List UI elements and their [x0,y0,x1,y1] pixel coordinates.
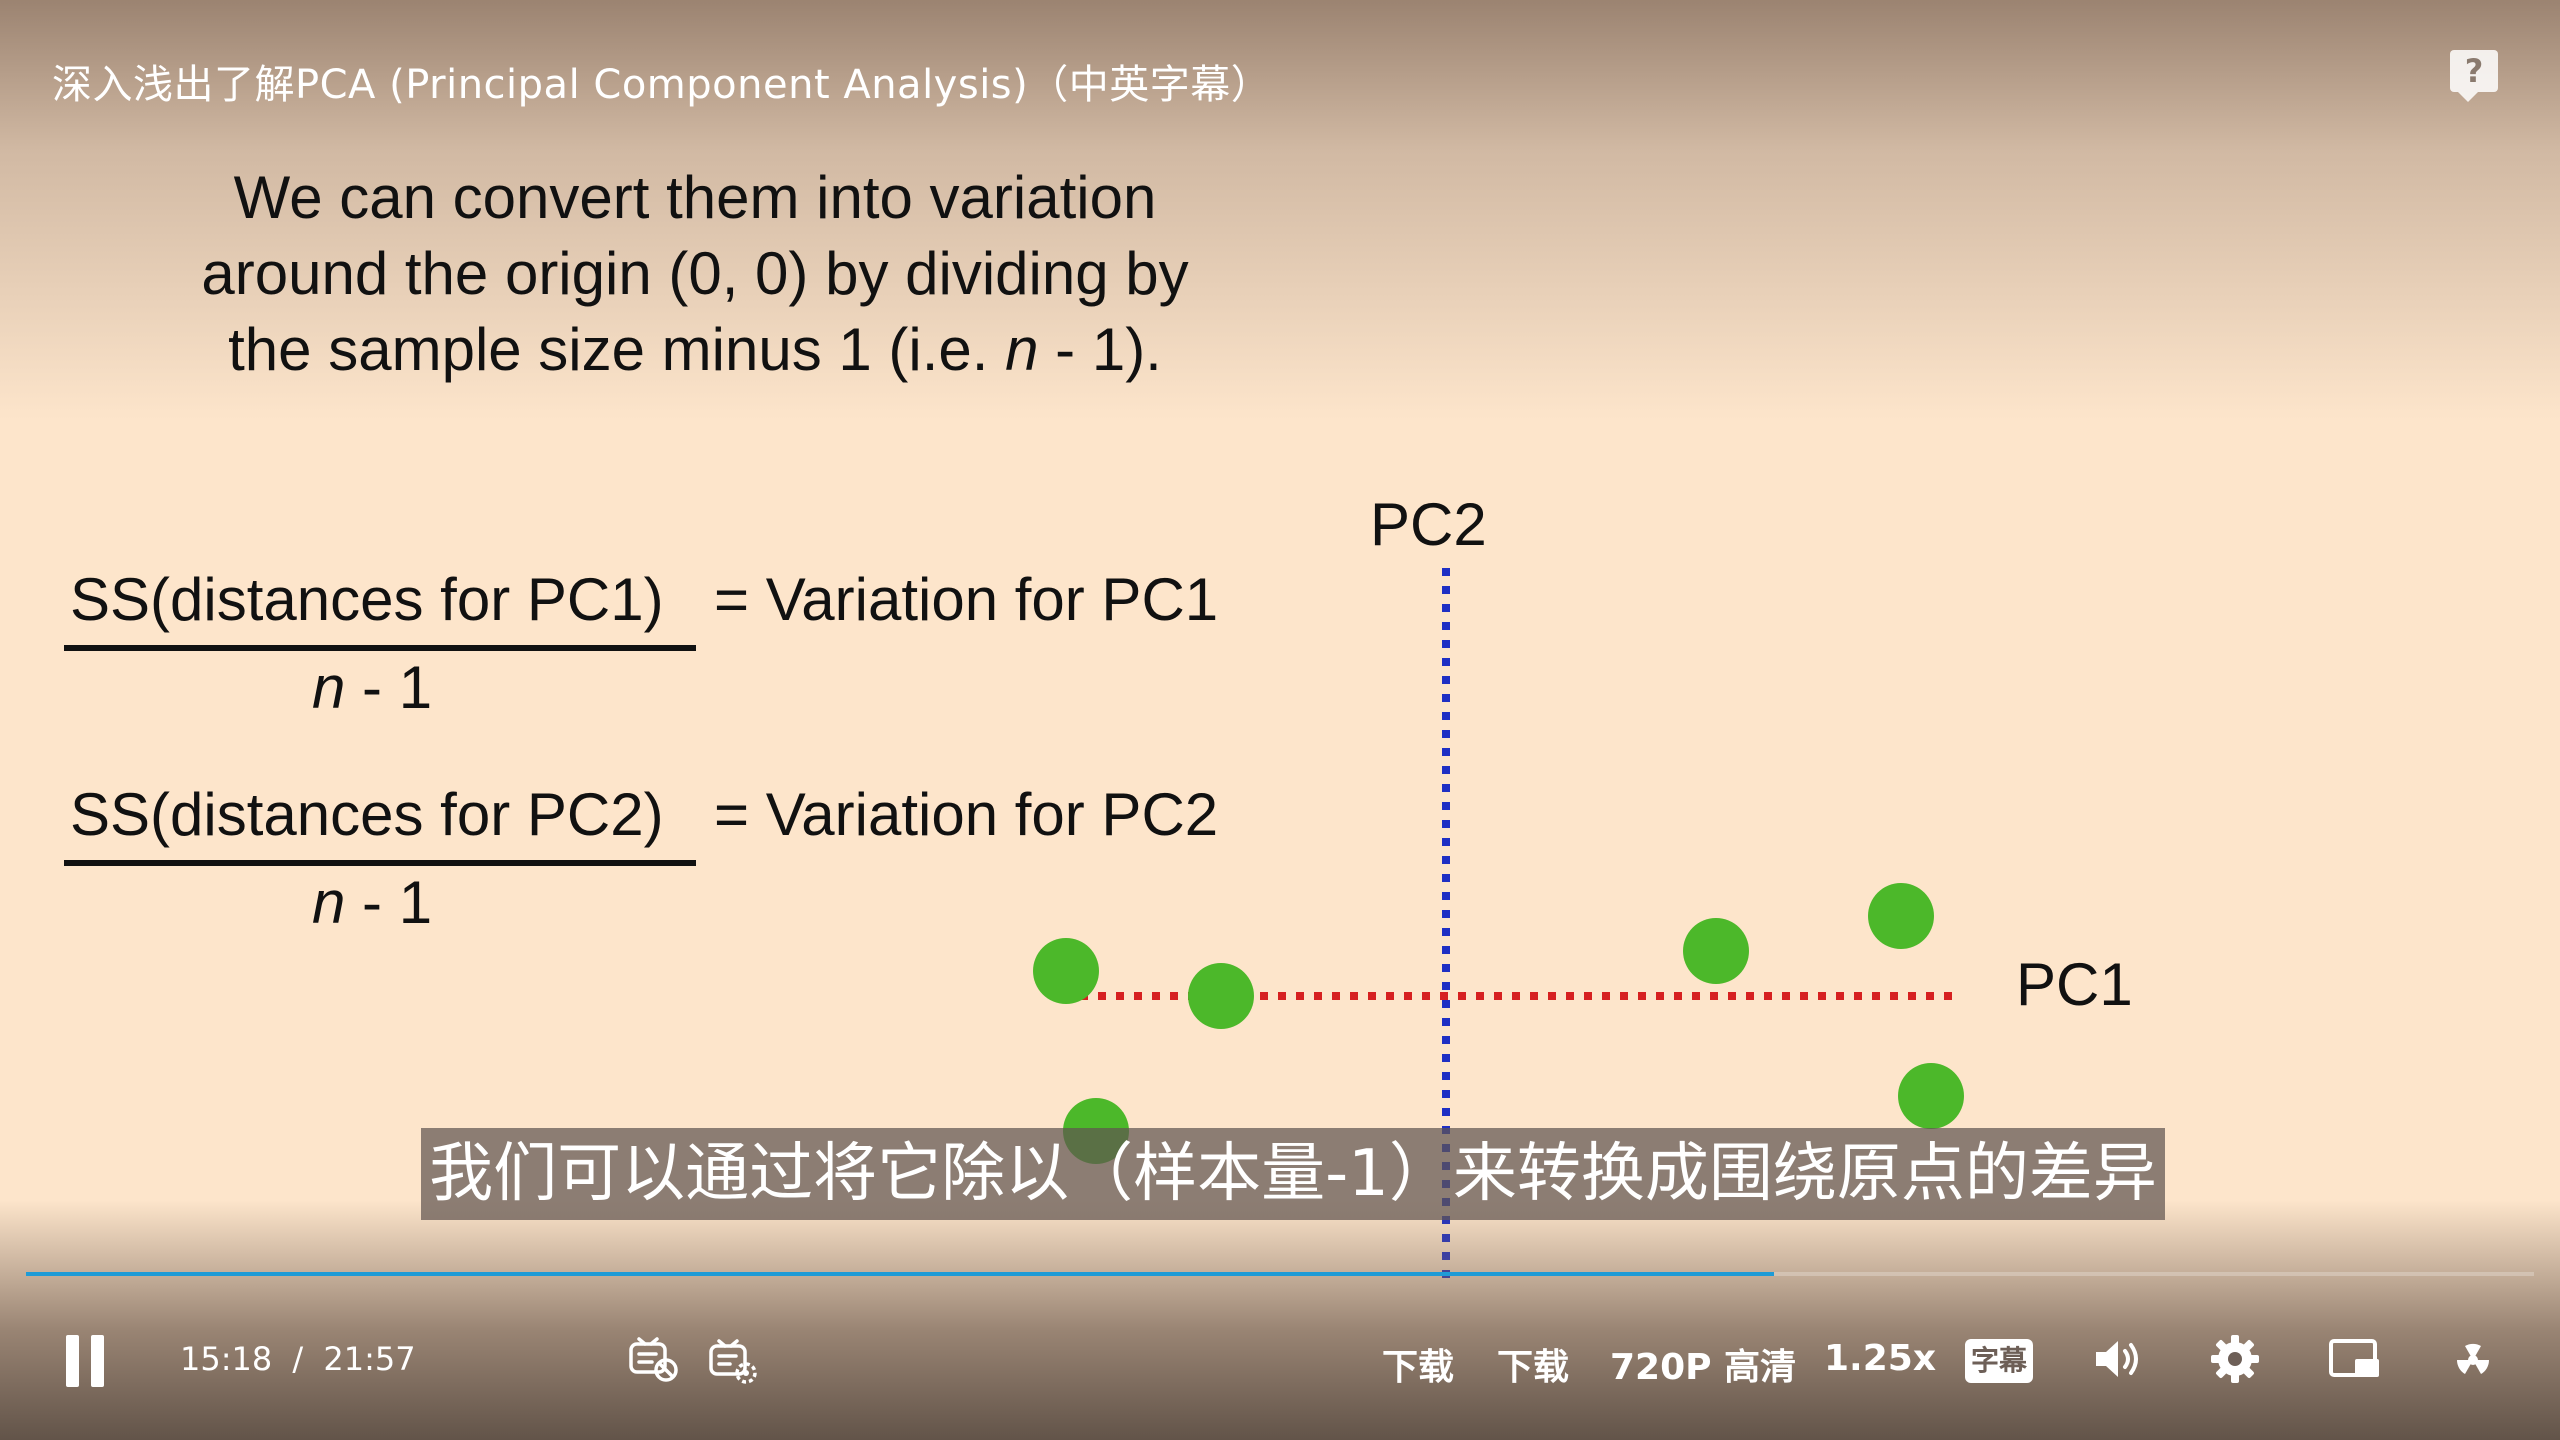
picture-in-picture-icon [2329,1339,2379,1377]
danmaku-settings-button[interactable] [706,1334,760,1388]
data-points [1033,883,1964,1164]
fullscreen-icon [2456,1343,2490,1374]
current-time: 15:18 [180,1340,273,1378]
data-point-6 [1898,1063,1964,1129]
danmaku-off-icon [629,1337,678,1382]
progress-played [26,1272,1775,1276]
controls-gradient [0,1200,2560,1440]
pc1-label: PC1 [2016,951,2133,1018]
pc2-label: PC2 [1370,491,1487,558]
data-point-1 [1033,938,1099,1004]
time-display: 15:18 / 21:57 [180,1340,416,1378]
data-point-5 [1868,883,1934,949]
progress-bar[interactable] [26,1272,2534,1276]
volume-icon [2096,1341,2138,1377]
video-player[interactable]: We can convert them into variation aroun… [0,0,2560,1440]
pause-button[interactable] [62,1335,108,1387]
gear-icon [2211,1335,2259,1383]
help-icon[interactable]: ? [2450,50,2498,102]
download-button-2[interactable]: 下载 [1497,1338,1569,1390]
quality-selector[interactable]: 720P 高清 [1610,1338,1796,1390]
settings-button[interactable] [2208,1332,2262,1386]
pip-button[interactable] [2328,1332,2382,1386]
fullscreen-button[interactable] [2446,1332,2500,1386]
volume-button[interactable] [2090,1332,2144,1386]
danmaku-settings-icon [709,1339,757,1384]
total-duration: 21:57 [323,1340,416,1378]
time-separator: / [292,1340,304,1378]
data-point-2 [1188,963,1254,1029]
data-point-4 [1683,918,1749,984]
danmaku-toggle-button[interactable] [626,1332,680,1386]
pause-icon [66,1335,79,1387]
playback-speed-button[interactable]: 1.25x [1824,1338,1936,1379]
subtitle-toggle-button[interactable]: 字幕 [1965,1339,2033,1383]
video-title: 深入浅出了解PCA (Principal Component Analysis)… [52,62,1272,108]
download-button[interactable]: 下载 [1382,1338,1454,1390]
